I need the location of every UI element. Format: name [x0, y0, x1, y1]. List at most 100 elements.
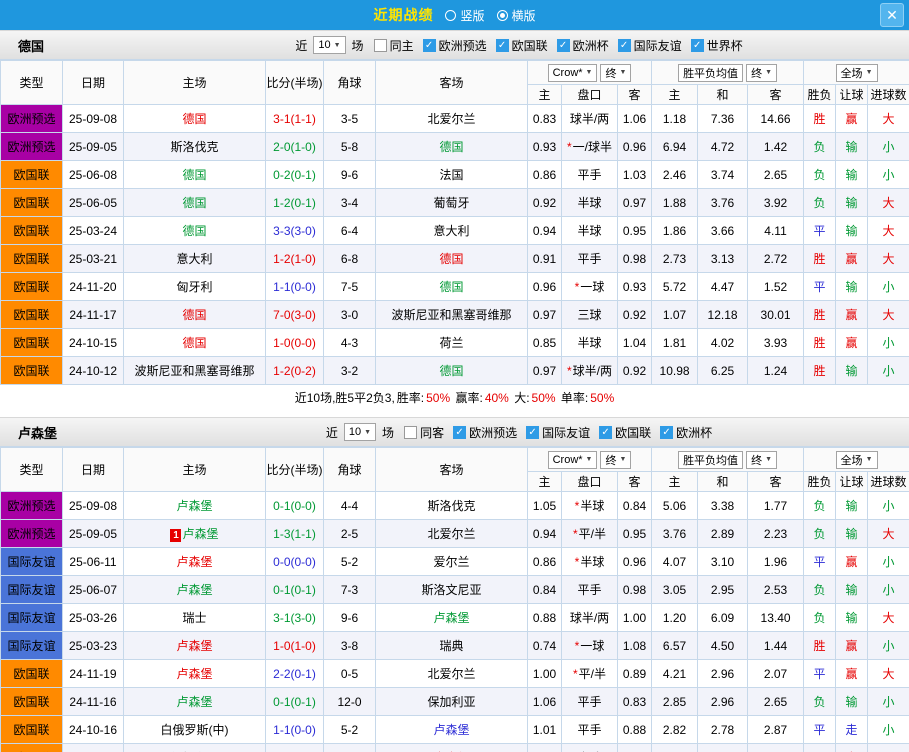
competition-filter[interactable]: ✓欧国联: [599, 424, 651, 441]
handicap-result-cell: 输: [836, 217, 868, 245]
table-row: 欧国联24-11-19卢森堡2-2(0-1)0-5北爱尔兰1.00*平/半0.8…: [1, 660, 909, 688]
home-odds-cell: 1.01: [528, 716, 562, 744]
competition-filter[interactable]: ✓欧洲杯: [557, 37, 609, 54]
scope-dropdown: 全场▼: [804, 451, 909, 469]
home-odds-cell: 0.97: [528, 357, 562, 385]
checkbox-checked-icon[interactable]: ✓: [691, 39, 704, 52]
checkbox-checked-icon[interactable]: ✓: [423, 39, 436, 52]
away-team-cell: 斯洛伐克: [376, 492, 528, 520]
result-cell: 负: [804, 161, 836, 189]
checkbox-checked-icon[interactable]: ✓: [557, 39, 570, 52]
away-team-name: 德国: [439, 364, 463, 378]
home-column-header: 主场: [124, 61, 266, 105]
away-odds-cell: 1.03: [618, 161, 652, 189]
avg-stage-select[interactable]: 终▼: [746, 64, 777, 82]
match-count-select[interactable]: 10▼: [344, 423, 376, 441]
competition-cell: 国际友谊: [1, 548, 63, 576]
competition-filter[interactable]: ✓国际友谊: [618, 37, 682, 54]
competition-filter[interactable]: ✓欧洲杯: [660, 424, 712, 441]
avg-draw-cell: 4.50: [698, 632, 748, 660]
checkbox-checked-icon[interactable]: ✓: [526, 426, 539, 439]
competition-filter[interactable]: ✓世界杯: [691, 37, 743, 54]
handicap-result-cell: 赢: [836, 632, 868, 660]
match-count-select-value: 10: [318, 39, 330, 51]
checkbox-unchecked-icon[interactable]: [404, 426, 417, 439]
matches-label: 场: [352, 37, 364, 54]
away-team-cell: 卢森堡: [376, 744, 528, 752]
close-button[interactable]: ✕: [880, 3, 904, 27]
home-odds-cell: 0.94: [528, 520, 562, 548]
competition-cell: 欧洲预选: [1, 520, 63, 548]
competition-filter[interactable]: ✓欧洲预选: [453, 424, 517, 441]
home-odds-cell: 0.88: [528, 604, 562, 632]
competition-filter[interactable]: 同主: [374, 37, 414, 54]
handicap-cell: *半球: [562, 492, 618, 520]
away-odds-cell: 0.83: [618, 688, 652, 716]
competition-filter[interactable]: ✓国际友谊: [526, 424, 590, 441]
handicap-text: 平/半: [579, 667, 606, 681]
handicap-text: 一球: [580, 280, 604, 294]
away-team-name: 波斯尼亚和黑塞哥维那: [391, 308, 511, 322]
away-odds-cell: 1.05: [618, 744, 652, 752]
handicap-result-cell: 赢: [836, 329, 868, 357]
corners-cell: 12-0: [324, 688, 376, 716]
avg-home-cell: 1.07: [652, 301, 698, 329]
handicap-text: 三球: [577, 308, 601, 322]
competition-cell: 国际友谊: [1, 604, 63, 632]
date-cell: 25-06-11: [63, 548, 124, 576]
summary-segment: 50%: [590, 391, 614, 405]
home-team-cell: 德国: [124, 189, 266, 217]
home-team-cell: 德国: [124, 301, 266, 329]
avg-odds-label[interactable]: 胜平负均值: [678, 451, 743, 469]
layout-horizontal-option[interactable]: 横版: [497, 7, 536, 24]
result-cell: 平: [804, 660, 836, 688]
layout-vertical-option[interactable]: 竖版: [445, 7, 484, 24]
checkbox-checked-icon[interactable]: ✓: [453, 426, 466, 439]
checkbox-checked-icon[interactable]: ✓: [618, 39, 631, 52]
away-team-cell: 北爱尔兰: [376, 660, 528, 688]
score-cell: 3-1(3-0): [266, 604, 324, 632]
avg-away-cell: 1.77: [748, 492, 804, 520]
avg-home-cell: 2.82: [652, 716, 698, 744]
checkbox-checked-icon[interactable]: ✓: [496, 39, 509, 52]
competition-filter[interactable]: ✓欧国联: [496, 37, 548, 54]
odds-provider-select[interactable]: Crow*▼: [548, 451, 598, 469]
sub-column-header: 主: [528, 472, 562, 492]
avg-home-cell: 1.92: [652, 744, 698, 752]
avg-odds-label[interactable]: 胜平负均值: [678, 64, 743, 82]
score-column-header: 比分(半场): [266, 61, 324, 105]
summary-segment: 50%: [426, 391, 450, 405]
handicap-result-cell: 输: [836, 161, 868, 189]
result-cell: 负: [804, 133, 836, 161]
away-team-cell: 德国: [376, 133, 528, 161]
table-row: 欧国联24-10-15德国1-0(0-0)4-3荷兰0.85半球1.041.81…: [1, 329, 909, 357]
handicap-cell: *球半/两: [562, 357, 618, 385]
odds-provider-select[interactable]: Crow*▼: [548, 64, 598, 82]
avg-stage-select[interactable]: 终▼: [746, 451, 777, 469]
competition-filter[interactable]: ✓欧洲预选: [423, 37, 487, 54]
scope-select[interactable]: 全场▼: [836, 451, 878, 469]
filter-label: 同客: [420, 424, 444, 441]
corners-cell: 5-2: [324, 716, 376, 744]
match-count-select[interactable]: 10▼: [313, 36, 345, 54]
table-row: 欧国联24-11-16卢森堡0-1(0-1)12-0保加利亚1.06平手0.83…: [1, 688, 909, 716]
home-odds-cell: 1.06: [528, 688, 562, 716]
handicap-result-cell: 赢: [836, 245, 868, 273]
odds-stage-select[interactable]: 终▼: [600, 451, 631, 469]
checkbox-checked-icon[interactable]: ✓: [599, 426, 612, 439]
result-cell: 胜: [804, 245, 836, 273]
date-cell: 24-10-13: [63, 744, 124, 752]
avg-draw-cell: 6.09: [698, 604, 748, 632]
checkbox-checked-icon[interactable]: ✓: [660, 426, 673, 439]
handicap-result-cell: 走: [836, 716, 868, 744]
avg-home-cell: 1.86: [652, 217, 698, 245]
red-card-badge: 1: [170, 529, 181, 542]
table-row: 欧国联24-10-13保加利亚0-0(0-0)6-3卢森堡0.94半球1.051…: [1, 744, 909, 752]
competition-filter[interactable]: 同客: [404, 424, 444, 441]
odds-stage-select[interactable]: 终▼: [600, 64, 631, 82]
table-row: 国际友谊25-06-07卢森堡0-1(0-1)7-3斯洛文尼亚0.84平手0.9…: [1, 576, 909, 604]
avg-away-cell: 30.01: [748, 301, 804, 329]
checkbox-unchecked-icon[interactable]: [374, 39, 387, 52]
scope-select[interactable]: 全场▼: [836, 64, 878, 82]
away-team-name: 斯洛文尼亚: [421, 583, 481, 597]
